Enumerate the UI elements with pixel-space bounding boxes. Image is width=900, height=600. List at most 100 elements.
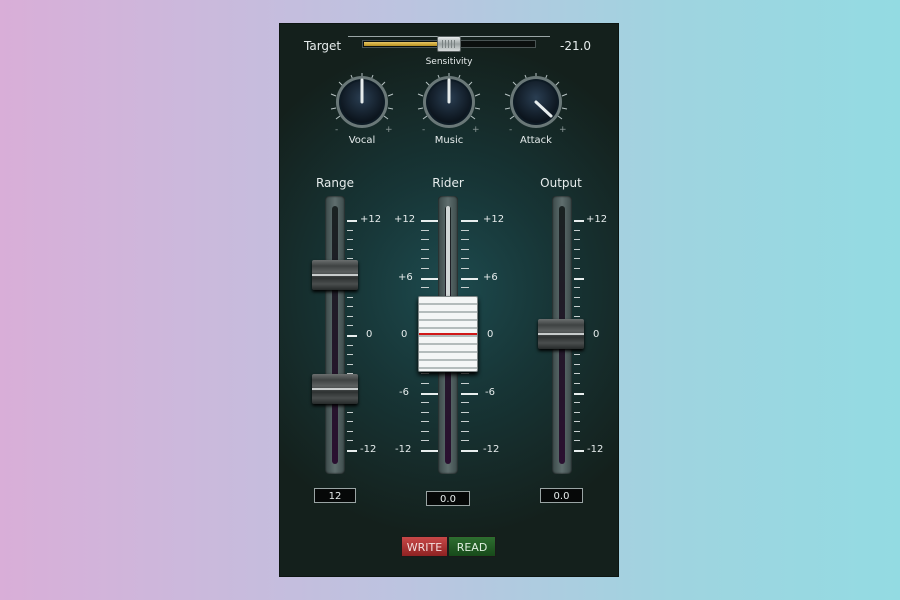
scale-tick — [461, 239, 469, 241]
scale-tick — [421, 392, 438, 395]
target-value: -21.0 — [560, 39, 592, 53]
attack-minus-label: - — [509, 125, 512, 134]
attack-knob[interactable]: - + Attack — [501, 70, 571, 150]
scale-tick — [347, 421, 353, 423]
scale-tick — [347, 248, 353, 250]
range-fader-track[interactable] — [325, 196, 345, 474]
scale-tick — [574, 363, 580, 365]
scale-tick — [574, 382, 580, 384]
scale-tick — [421, 402, 429, 404]
scale-tick — [574, 450, 584, 452]
music-knob-label: Music — [434, 135, 464, 146]
scale-tick — [461, 220, 478, 222]
attack-plus-label: + — [559, 125, 567, 134]
scale-tick — [347, 229, 353, 231]
scale-tick — [347, 344, 353, 346]
rider-scale-left-p6: +6 — [398, 272, 413, 283]
scale-tick — [421, 430, 429, 432]
rider-scale-left-p12: +12 — [394, 214, 416, 225]
output-title: Output — [540, 176, 582, 190]
range-scale-bottom: -12 — [360, 444, 377, 455]
rider-scale-right-p6: +6 — [483, 272, 498, 283]
scale-tick — [574, 220, 584, 222]
scale-tick — [461, 392, 478, 395]
scale-tick — [347, 220, 357, 222]
scale-tick — [461, 440, 469, 442]
scale-tick — [574, 392, 584, 395]
rider-readout[interactable]: 0.0 — [426, 491, 470, 506]
scale-tick — [574, 440, 580, 442]
attack-knob-label: Attack — [520, 135, 552, 146]
scale-tick — [421, 287, 429, 289]
range-title: Range — [315, 176, 355, 190]
scale-tick — [421, 220, 438, 222]
scale-tick — [421, 229, 429, 231]
target-slider[interactable] — [362, 36, 536, 52]
scale-tick — [347, 354, 353, 356]
music-minus-label: - — [422, 125, 425, 134]
output-scale-bottom: -12 — [587, 444, 604, 455]
scale-tick — [574, 277, 584, 280]
scale-tick — [574, 306, 580, 308]
scale-tick — [574, 411, 580, 413]
scale-tick — [421, 450, 438, 452]
scale-tick — [421, 267, 429, 269]
vocal-knob[interactable]: - + Vocal — [327, 70, 397, 150]
scale-tick — [347, 296, 353, 298]
scale-tick — [347, 306, 353, 308]
scale-tick — [574, 239, 580, 241]
rider-title: Rider — [432, 176, 464, 190]
scale-tick — [421, 277, 438, 280]
scale-tick — [461, 267, 469, 269]
scale-tick — [461, 430, 469, 432]
scale-tick — [347, 411, 353, 413]
output-readout[interactable]: 0.0 — [540, 488, 583, 503]
scale-tick — [347, 440, 353, 442]
range-readout[interactable]: 12 — [314, 488, 356, 503]
range-upper-handle[interactable] — [312, 260, 358, 290]
scale-tick — [461, 450, 478, 452]
vocal-rider-plugin: Target -21.0 Sensitivity - + Vocal - + M… — [280, 24, 618, 576]
range-scale-mid: 0 — [366, 329, 373, 340]
rider-fader-handle[interactable] — [418, 296, 478, 372]
scale-tick — [461, 258, 469, 260]
rider-level-bar — [446, 206, 450, 302]
scale-tick — [421, 258, 429, 260]
scale-tick — [574, 373, 580, 375]
rider-scale-left-m6: -6 — [399, 387, 409, 398]
sensitivity-label: Sensitivity — [425, 57, 473, 67]
range-lower-handle[interactable] — [312, 374, 358, 404]
target-slider-thumb[interactable] — [437, 36, 461, 52]
scale-tick — [574, 248, 580, 250]
scale-tick — [347, 450, 357, 452]
scale-tick — [574, 296, 580, 298]
music-knob[interactable]: - + Music — [414, 70, 484, 150]
scale-tick — [461, 229, 469, 231]
scale-tick — [347, 315, 353, 317]
range-scale-top: +12 — [360, 214, 382, 225]
vocal-minus-label: - — [335, 125, 338, 134]
scale-tick — [574, 258, 580, 260]
scale-tick — [421, 411, 429, 413]
read-button[interactable]: READ — [448, 536, 496, 557]
output-scale-top: +12 — [586, 214, 608, 225]
scale-tick — [461, 402, 469, 404]
scale-tick — [461, 277, 478, 280]
scale-tick — [574, 287, 580, 289]
rider-scale-right-0: 0 — [487, 329, 494, 340]
scale-tick — [421, 239, 429, 241]
scale-tick — [347, 430, 353, 432]
output-fader-handle[interactable] — [538, 319, 584, 349]
scale-tick — [421, 421, 429, 423]
scale-tick — [574, 402, 580, 404]
rider-scale-right-m12: -12 — [483, 444, 500, 455]
write-button[interactable]: WRITE — [401, 536, 448, 557]
scale-tick — [574, 315, 580, 317]
scale-tick — [347, 363, 353, 365]
scale-tick — [461, 373, 469, 375]
scale-tick — [461, 382, 469, 384]
scale-tick — [574, 430, 580, 432]
scale-tick — [347, 325, 353, 327]
rider-scale-right-m6: -6 — [485, 387, 495, 398]
vocal-knob-label: Vocal — [348, 135, 376, 146]
